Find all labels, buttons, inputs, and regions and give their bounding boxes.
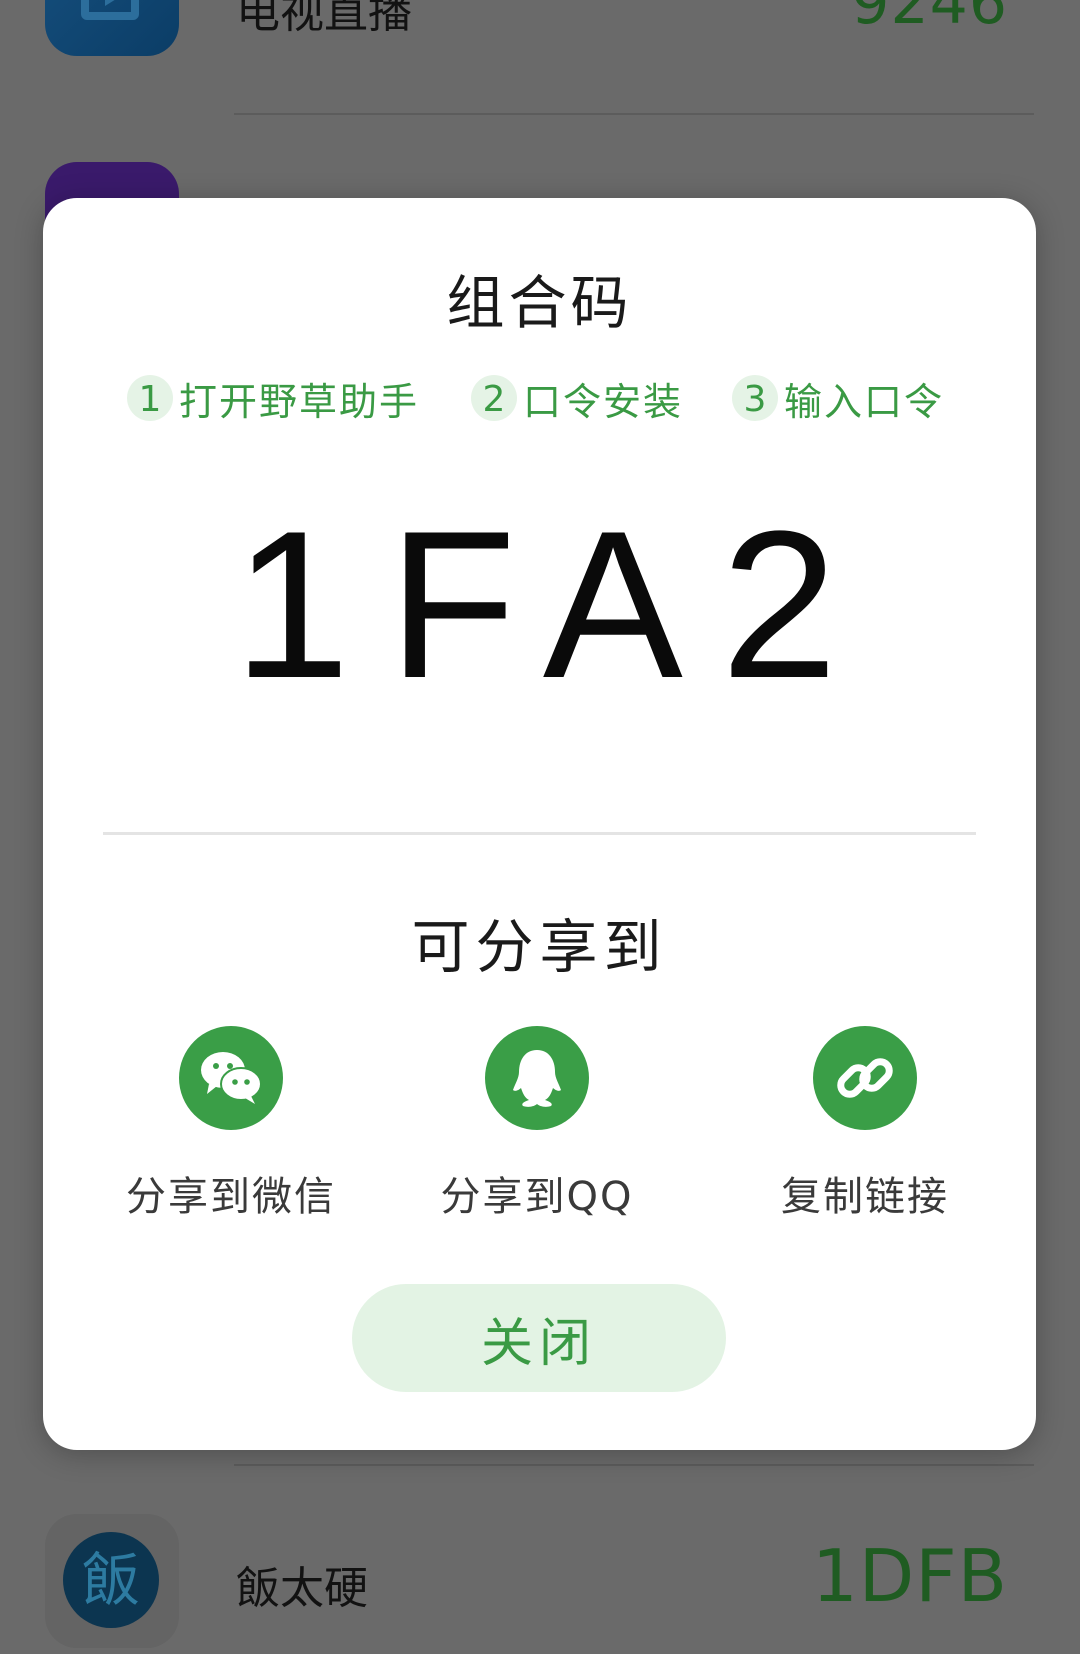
share-wechat-label: 分享到微信 (126, 1174, 336, 1220)
list-item-name: 飯太硬 (236, 1563, 368, 1614)
screen: 电视直播 9246 飯 飯太硬 1DFB 组合码 1 打开野草助手 2 口令安装… (0, 0, 1080, 1654)
fan-app-icon: 飯 (45, 1514, 179, 1648)
share-qq-label: 分享到QQ (440, 1174, 634, 1220)
wechat-icon (179, 1026, 283, 1130)
list-item-code: 1DFB (811, 1534, 1008, 1618)
link-icon (813, 1026, 917, 1130)
divider (234, 1464, 1034, 1466)
step-number: 1 (127, 375, 173, 421)
qq-icon (485, 1026, 589, 1130)
step-text: 口令安装 (523, 379, 684, 424)
step-text: 打开野草助手 (179, 379, 420, 424)
share-qq-button[interactable]: 分享到QQ (412, 1026, 662, 1222)
copy-link-button[interactable]: 复制链接 (740, 1026, 990, 1222)
combo-code-dialog: 组合码 1 打开野草助手 2 口令安装 3 输入口令 1FA2 可分享到 分享到… (43, 198, 1036, 1450)
step-number: 2 (471, 375, 517, 421)
list-item[interactable] (0, 0, 1080, 296)
share-wechat-button[interactable]: 分享到微信 (106, 1026, 356, 1222)
step-item: 3 输入口令 (732, 368, 944, 428)
divider (103, 832, 976, 835)
step-item: 2 口令安装 (471, 368, 683, 428)
close-button[interactable]: 关闭 (352, 1284, 726, 1392)
list-item[interactable]: 飯 飯太硬 1DFB (0, 1514, 1080, 1654)
share-title: 可分享到 (411, 913, 668, 981)
step-number: 3 (732, 375, 778, 421)
copy-link-label: 复制链接 (781, 1174, 949, 1220)
step-text: 输入口令 (784, 379, 945, 424)
step-item: 1 打开野草助手 (127, 368, 419, 428)
dialog-title: 组合码 (446, 269, 633, 337)
steps-list: 1 打开野草助手 2 口令安装 3 输入口令 (43, 368, 1036, 428)
combo-code: 1FA2 (233, 487, 876, 722)
